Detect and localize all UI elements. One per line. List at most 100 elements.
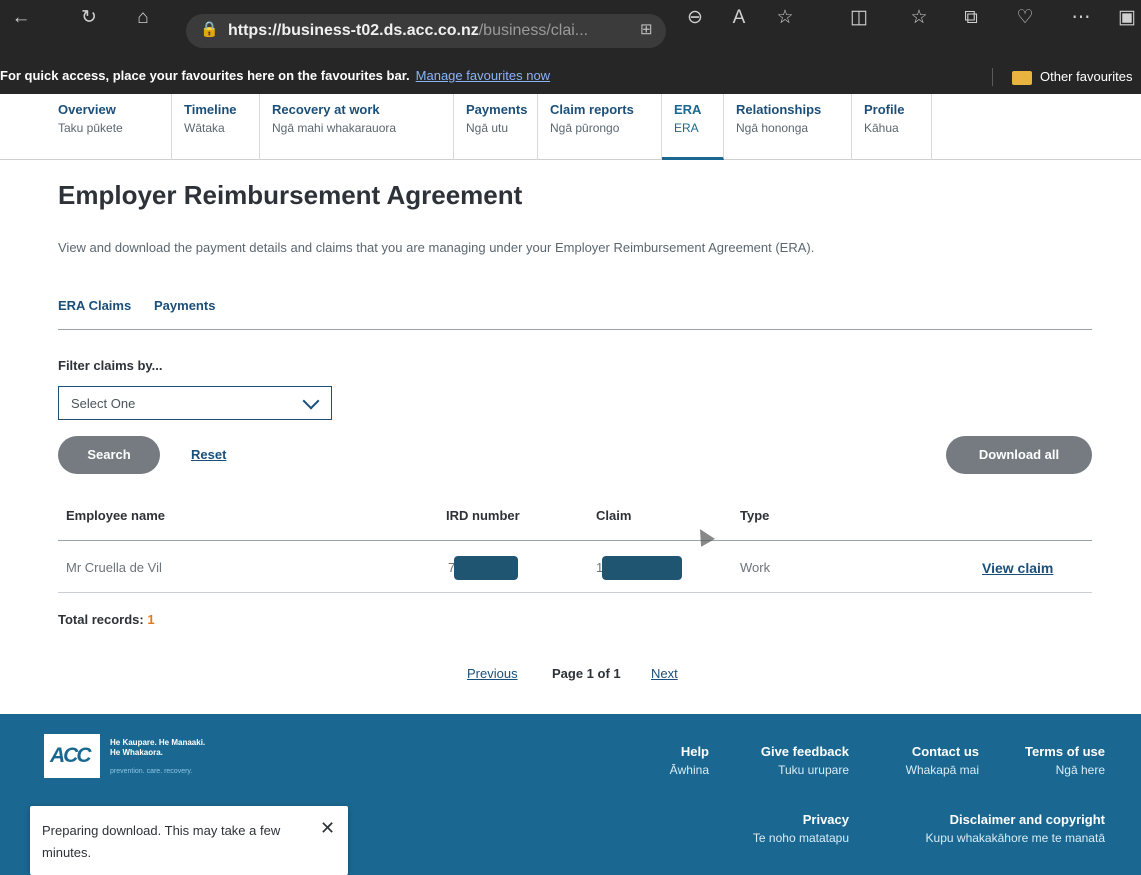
favourites-icon[interactable]: ☆: [906, 6, 932, 30]
lock-icon[interactable]: 🔒: [200, 20, 219, 38]
address-bar[interactable]: 🔒 https://business-t02.ds.acc.co.nz/busi…: [186, 14, 666, 48]
footer-link-sublabel: Kupu whakakāhore me te manatā: [925, 831, 1105, 845]
column-header-ird-number: IRD number: [446, 508, 520, 523]
nav-label: ERA: [674, 102, 702, 117]
nav-label: Payments: [466, 102, 528, 117]
cell-type: Work: [740, 560, 771, 575]
nav-sublabel: Wātaka: [184, 121, 225, 135]
apps-icon[interactable]: ⊞: [640, 20, 653, 38]
nav-label: Profile: [864, 102, 905, 117]
footer-link-disclaimer[interactable]: Disclaimer and copyright Kupu whakakāhor…: [926, 812, 1105, 845]
total-records-label: Total records:: [58, 612, 144, 627]
content-tabs: ERA Claims Payments: [58, 298, 1092, 330]
footer-link-label: Contact us: [911, 744, 979, 759]
nav-sublabel: Ngā mahi whakarauora: [272, 121, 397, 135]
nav-item-claim-reports[interactable]: Claim reports Ngā pūrongo: [538, 94, 662, 160]
read-aloud-icon[interactable]: A: [726, 6, 752, 30]
filter-select-value: Select One: [71, 396, 136, 411]
page-title: Employer Reimbursement Agreement: [58, 180, 523, 210]
split-screen-icon[interactable]: ◫: [846, 6, 872, 30]
tab-payments[interactable]: Payments: [154, 298, 215, 313]
redacted-claim-number: [602, 556, 682, 580]
footer-link-label: Terms of use: [1025, 744, 1105, 759]
nav-item-era[interactable]: ERA ERA: [662, 94, 724, 160]
pagination-next[interactable]: Next: [651, 666, 678, 681]
footer-link-label: Disclaimer and copyright: [949, 812, 1105, 827]
footer-link-label: Help: [680, 744, 709, 759]
footer-link-give-feedback[interactable]: Give feedback Tuku urupare: [761, 744, 849, 777]
nav-sublabel: ERA: [674, 121, 699, 135]
nav-sublabel: Ngā utu: [466, 121, 509, 135]
url-text[interactable]: https://business-t02.ds.acc.co.nz/busine…: [228, 22, 588, 40]
tab-era-claims[interactable]: ERA Claims: [58, 298, 131, 313]
favourites-bar: For quick access, place your favourites …: [0, 60, 1141, 94]
favourite-star-icon[interactable]: ☆: [772, 6, 798, 30]
footer-link-sublabel: Ngā here: [1055, 763, 1105, 777]
other-favourites[interactable]: Other favourites: [1040, 69, 1133, 84]
reset-link[interactable]: Reset: [191, 447, 226, 462]
footer-link-sublabel: Whakapā mai: [905, 763, 979, 777]
nav-item-payments[interactable]: Payments Ngā utu: [454, 94, 538, 160]
browser-chrome: ← ↻ ⌂ 🔒 https://business-t02.ds.acc.co.n…: [0, 0, 1141, 94]
nav-label: Recovery at work: [272, 102, 380, 117]
column-header-claim: Claim: [596, 508, 632, 523]
download-all-button[interactable]: Download all: [946, 436, 1092, 474]
nav-item-recovery-at-work[interactable]: Recovery at work Ngā mahi whakarauora: [260, 94, 454, 160]
manage-favourites-link[interactable]: Manage favourites now: [416, 68, 550, 83]
footer-link-privacy[interactable]: Privacy Te noho matatapu: [753, 812, 849, 845]
browser-toolbar: ← ↻ ⌂ 🔒 https://business-t02.ds.acc.co.n…: [0, 0, 1141, 60]
acc-logo-mark: ACC: [50, 744, 91, 767]
acc-logo[interactable]: ACC: [44, 734, 100, 778]
pagination-current: Page 1 of 1: [552, 666, 621, 681]
footer-link-terms-of-use[interactable]: Terms of use Ngā here: [1025, 744, 1105, 777]
table-divider: [58, 592, 1092, 593]
view-claim-link[interactable]: View claim: [982, 560, 1053, 576]
nav-item-relationships[interactable]: Relationships Ngā hononga: [724, 94, 852, 160]
footer-tagline-sub: prevention. care. recovery.: [110, 768, 193, 775]
footer-link-sublabel: Tuku urupare: [778, 763, 849, 777]
total-records: Total records: 1: [58, 612, 155, 627]
favbar-message: For quick access, place your favourites …: [0, 68, 551, 83]
favbar-divider: [992, 68, 993, 86]
footer-link-contact-us[interactable]: Contact us Whakapā mai: [906, 744, 979, 777]
home-icon[interactable]: ⌂: [130, 6, 156, 30]
toast-message: Preparing download. This may take a few …: [42, 823, 281, 860]
column-header-employee-name: Employee name: [66, 508, 165, 523]
cell-employee-name: Mr Cruella de Vil: [66, 560, 162, 575]
footer-link-label: Privacy: [802, 812, 849, 827]
footer-tagline: He Kaupare. He Manaaki. He Whakaora.: [110, 738, 205, 758]
redacted-ird-number: [454, 556, 518, 580]
refresh-icon[interactable]: ↻: [76, 6, 102, 30]
total-records-count: 1: [147, 612, 155, 627]
nav-label: Relationships: [736, 102, 822, 117]
mouse-cursor: [693, 525, 715, 547]
footer-link-sublabel: Āwhina: [669, 763, 709, 777]
more-icon[interactable]: ⋯: [1068, 6, 1094, 30]
footer-link-label: Give feedback: [760, 744, 849, 759]
sidebar-icon[interactable]: ▣: [1114, 6, 1140, 30]
nav-item-overview[interactable]: Overview Taku pūkete: [46, 94, 172, 160]
search-button[interactable]: Search: [58, 436, 160, 474]
nav-sublabel: Ngā pūrongo: [550, 121, 620, 135]
pagination-previous[interactable]: Previous: [467, 666, 518, 681]
nav-sublabel: Kāhua: [864, 121, 899, 135]
filter-label: Filter claims by...: [58, 358, 163, 373]
main-navigation: Overview Taku pūkete Timeline Wātaka Rec…: [0, 94, 1141, 160]
tagline-line: He Kaupare. He Manaaki.: [110, 738, 206, 747]
health-icon[interactable]: ♡: [1012, 6, 1038, 30]
folder-icon: [1012, 71, 1032, 85]
chevron-down-icon: [302, 392, 320, 410]
footer-link-help[interactable]: Help Āwhina: [670, 744, 709, 777]
filter-select[interactable]: Select One: [58, 386, 332, 420]
zoom-icon[interactable]: ⊖: [682, 6, 708, 30]
collections-icon[interactable]: ⧉: [958, 6, 984, 30]
nav-label: Claim reports: [550, 102, 634, 117]
nav-item-timeline[interactable]: Timeline Wātaka: [172, 94, 260, 160]
tagline-line: He Whakaora.: [110, 748, 163, 757]
close-icon[interactable]: ✕: [320, 818, 335, 839]
back-icon[interactable]: ←: [8, 6, 34, 30]
page-intro: View and download the payment details an…: [58, 240, 815, 255]
nav-item-profile[interactable]: Profile Kāhua: [852, 94, 932, 160]
download-toast: Preparing download. This may take a few …: [30, 806, 348, 875]
nav-label: Overview: [58, 102, 116, 117]
